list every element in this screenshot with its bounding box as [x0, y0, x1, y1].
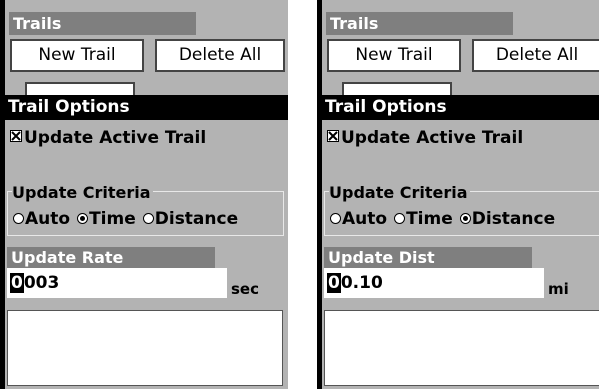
radio-icon[interactable]: [394, 212, 406, 224]
radio-label: Auto: [25, 209, 71, 229]
field-value: 0.10: [340, 273, 383, 293]
criteria-radio-row: Auto Time Distance: [13, 209, 245, 229]
field-value: 003: [23, 273, 60, 293]
radio-selected-icon[interactable]: [459, 212, 471, 224]
radio-icon[interactable]: [13, 212, 24, 224]
trails-title: Trails: [326, 12, 513, 35]
radio-time[interactable]: Time: [394, 209, 453, 229]
trail-options-dialog: Trail Options Update Active Trail Update…: [322, 95, 599, 389]
hidden-button: [25, 82, 135, 96]
trail-list-box: [7, 310, 283, 386]
trail-options-dialog: Trail Options Update Active Trail Update…: [5, 95, 288, 389]
delete-all-button[interactable]: Delete All: [472, 39, 599, 72]
checkbox-label: Update Active Trail: [24, 128, 207, 148]
update-active-trail-row[interactable]: Update Active Trail: [10, 128, 206, 148]
delete-all-button[interactable]: Delete All: [155, 39, 285, 72]
text-cursor: 0: [327, 273, 341, 293]
radio-label: Time: [406, 209, 453, 229]
update-criteria-label: Update Criteria: [329, 183, 470, 202]
radio-icon[interactable]: [330, 212, 341, 224]
right-screen: Trails New Trail Delete All Trail Option…: [317, 0, 599, 389]
criteria-radio-row: Auto Time Distance: [330, 209, 562, 229]
screen-content: Trails New Trail Delete All Trail Option…: [322, 0, 599, 389]
update-dist-input[interactable]: 00.10: [324, 268, 544, 298]
radio-auto[interactable]: Auto: [13, 209, 70, 229]
checkbox-checked-icon[interactable]: [10, 130, 22, 142]
radio-label: Distance: [471, 209, 556, 229]
update-criteria-label: Update Criteria: [12, 183, 153, 202]
dialog-title: Trail Options: [5, 95, 288, 120]
radio-label: Distance: [154, 209, 239, 229]
update-dist-label: Update Dist: [324, 247, 532, 268]
new-trail-button[interactable]: New Trail: [327, 39, 461, 72]
trails-title: Trails: [9, 12, 196, 35]
radio-auto[interactable]: Auto: [330, 209, 387, 229]
radio-label: Time: [89, 209, 136, 229]
radio-time[interactable]: Time: [77, 209, 136, 229]
screen-content: Trails New Trail Delete All Trail Option…: [5, 0, 288, 389]
new-trail-button[interactable]: New Trail: [10, 39, 144, 72]
unit-label: mi: [548, 280, 569, 298]
radio-distance[interactable]: Distance: [459, 209, 556, 229]
update-rate-input[interactable]: 0003: [7, 268, 227, 298]
checkbox-label: Update Active Trail: [341, 128, 524, 148]
radio-icon[interactable]: [142, 212, 154, 224]
radio-selected-icon[interactable]: [77, 212, 89, 224]
dialog-title: Trail Options: [322, 95, 599, 120]
radio-label: Auto: [342, 209, 388, 229]
radio-distance[interactable]: Distance: [142, 209, 239, 229]
update-rate-label: Update Rate: [7, 247, 215, 268]
left-screen: Trails New Trail Delete All Trail Option…: [0, 0, 288, 389]
checkbox-checked-icon[interactable]: [327, 130, 339, 142]
trail-list-box: [324, 310, 599, 386]
update-active-trail-row[interactable]: Update Active Trail: [327, 128, 523, 148]
hidden-button: [342, 82, 452, 96]
unit-label: sec: [231, 280, 259, 298]
text-cursor: 0: [10, 273, 24, 293]
